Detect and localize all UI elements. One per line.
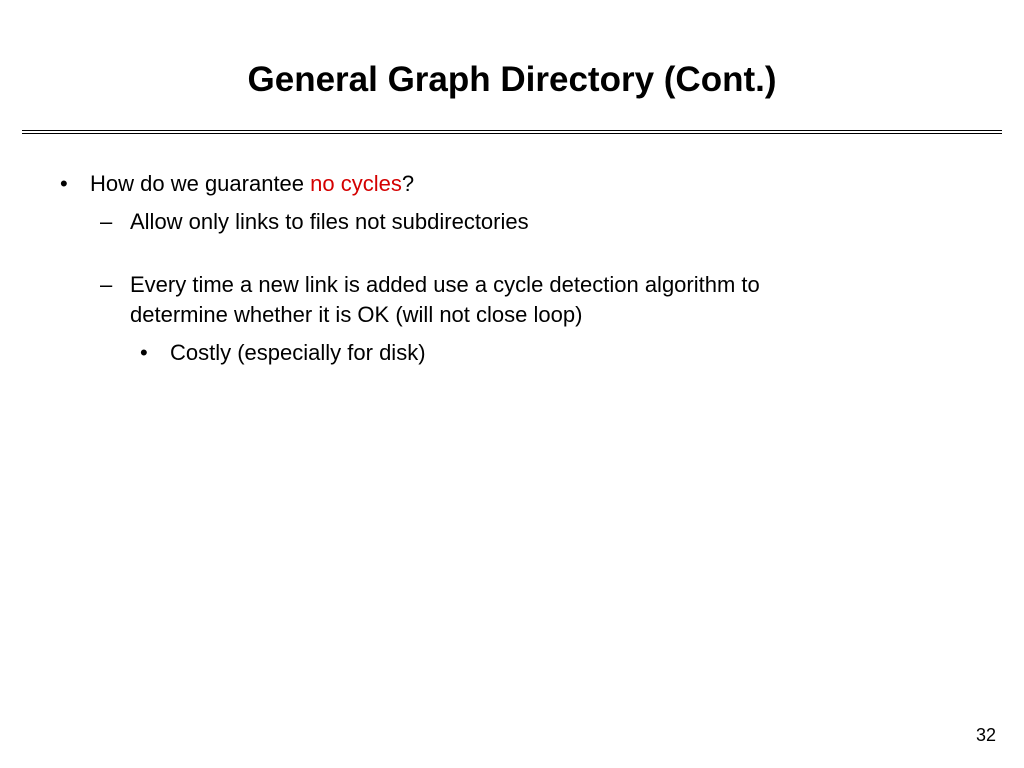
level2-b-text: Every time a new link is added use a cyc… [130, 270, 770, 329]
slide-title: General Graph Directory (Cont.) [0, 0, 1024, 130]
level2-a-text: Allow only links to files not subdirecto… [130, 207, 770, 237]
level1-prefix: How do we guarantee [90, 171, 310, 196]
page-number: 32 [976, 725, 996, 746]
bullet-dot-icon: • [60, 169, 90, 199]
level1-suffix: ? [402, 171, 414, 196]
dash-icon: – [100, 270, 130, 300]
bullet-level3: • Costly (especially for disk) [140, 338, 964, 368]
bullet-dot-icon: • [140, 338, 170, 368]
level1-text: How do we guarantee no cycles? [90, 169, 964, 199]
level3-text: Costly (especially for disk) [170, 338, 964, 368]
dash-icon: – [100, 207, 130, 237]
slide-content: • How do we guarantee no cycles? – Allow… [0, 134, 1024, 367]
level1-highlight: no cycles [310, 171, 402, 196]
bullet-level2-a: – Allow only links to files not subdirec… [100, 207, 964, 237]
bullet-level1: • How do we guarantee no cycles? [60, 169, 964, 199]
slide-container: General Graph Directory (Cont.) • How do… [0, 0, 1024, 768]
bullet-level2-b: – Every time a new link is added use a c… [100, 270, 964, 329]
